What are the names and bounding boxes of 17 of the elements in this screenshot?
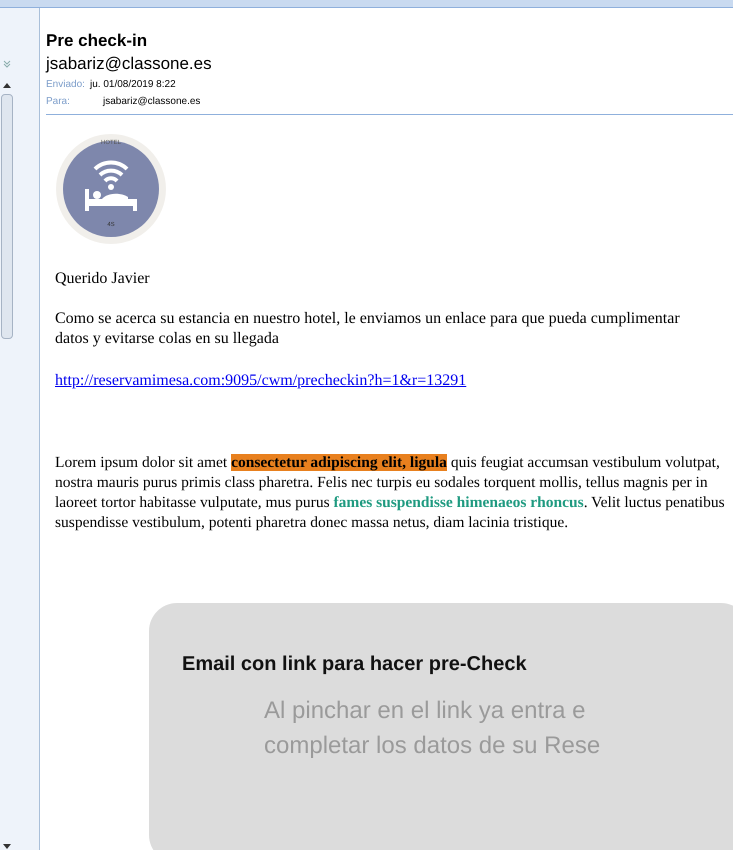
scroll-up-icon[interactable] <box>2 82 10 88</box>
recipient-address: jsabariz@classone.es <box>103 95 200 109</box>
precheckin-link[interactable]: http://reservamimesa.com:9095/cwm/precheckin?h=1&r=13291 <box>55 371 466 391</box>
field-label: Enviado: <box>46 78 86 92</box>
sender-address: jsabariz@classone.es <box>46 53 213 75</box>
intro-paragraph: Como se acerca su estancia en nuestro hotel, le enviamos un enlace para que pueda cumplimentar datos y evitarse colas en su llegada <box>55 309 681 349</box>
scroll-down-icon[interactable] <box>2 844 10 850</box>
sent-date: ju. 01/08/2019 8:22 <box>90 78 176 92</box>
callout-text: completar los datos de su Rese <box>264 731 602 761</box>
greeting-text: Querido Javier <box>55 269 151 289</box>
scroll-thumb[interactable] <box>0 94 12 339</box>
lorem-paragraph: Lorem ipsum dolor sit amet consectetur adipiscing elit, ligula quis feugiat accumsan vestibulum volutpat, nostra mauris purus primis class pharetra. Felis nec turpis eu sodales torquent mollis, tellus magnis per in laoreet tortor habitasse vulputate, mus purus fames suspendisse himenaeos rhoncus. Velit luctus penatibus suspendisse vestibulum, potenti pharetra donec massa netus, diam lacinia tristique. <box>55 453 726 533</box>
field-label: Para: <box>46 95 71 109</box>
double-chevron-icon[interactable] <box>2 60 10 68</box>
callout-title: Email con link para hacer pre-Check <box>182 652 528 677</box>
callout-text: Al pinchar en el link ya entra e <box>264 696 587 726</box>
message-subject: Pre check-in <box>46 30 148 52</box>
